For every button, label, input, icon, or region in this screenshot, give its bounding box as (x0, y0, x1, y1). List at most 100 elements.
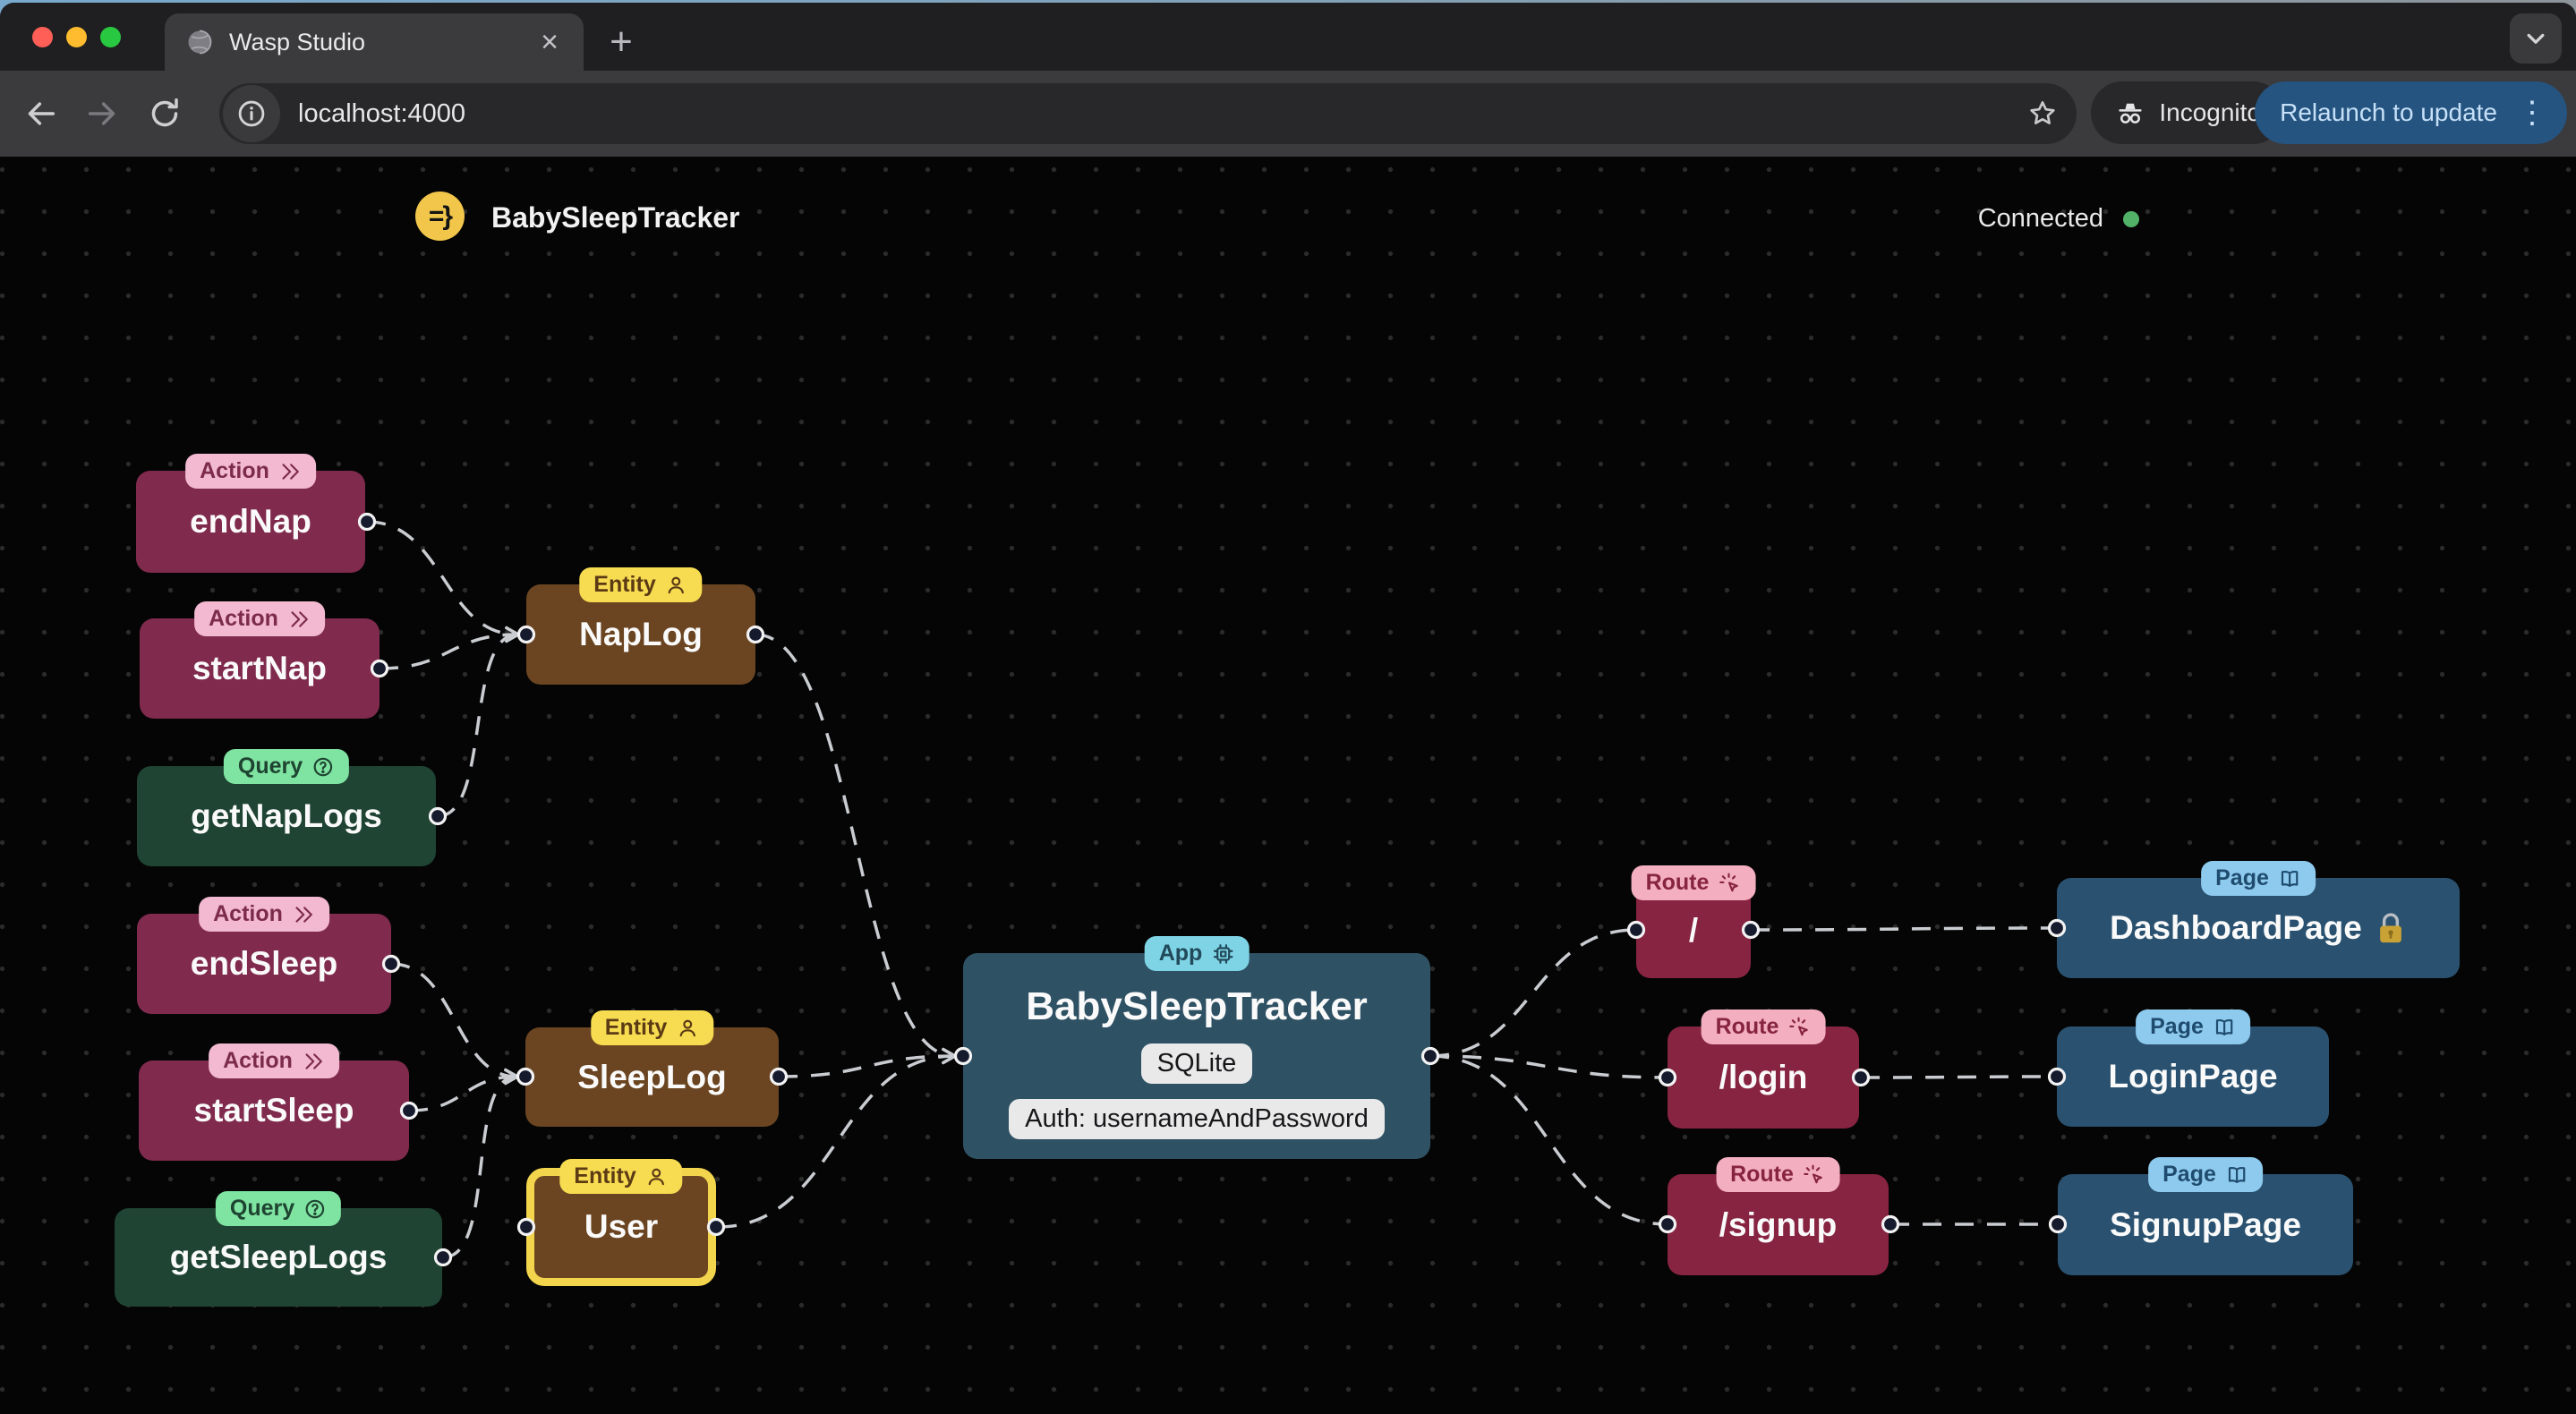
node-page-SignupPage[interactable]: Page SignupPage (2058, 1157, 2353, 1275)
badge-label: Query (237, 754, 303, 779)
connection-handle[interactable] (746, 625, 765, 644)
incognito-icon (2119, 103, 2142, 124)
connection-handle[interactable] (1420, 1046, 1440, 1066)
query-badge: Query (215, 1191, 342, 1226)
node-page-DashboardPage[interactable]: Page DashboardPage (2057, 861, 2460, 978)
forward-arrow-icon (88, 102, 115, 125)
chevron-double-right-icon (291, 610, 308, 627)
close-window-button[interactable] (32, 27, 53, 47)
info-icon (238, 100, 265, 127)
node-action-startNap[interactable]: Action startNap (140, 601, 380, 719)
connection-handle[interactable] (1626, 920, 1646, 940)
node-entity-SleepLog[interactable]: Entity SleepLog (525, 1010, 779, 1127)
connection-handle[interactable] (2047, 1067, 2067, 1086)
chevron-down-icon (2527, 33, 2545, 44)
app-badge: App (1144, 936, 1250, 971)
wasp-logo: =} (415, 192, 465, 241)
new-tab-button[interactable]: + (598, 19, 644, 65)
connection-handle[interactable] (2048, 1214, 2068, 1234)
close-tab-button[interactable]: × (537, 27, 562, 57)
node-entity-User[interactable]: Entity User (526, 1159, 716, 1286)
badge-label: Action (209, 606, 278, 631)
node-action-endNap[interactable]: Action endNap (136, 454, 365, 573)
node-route-root[interactable]: Route / (1631, 865, 1756, 978)
page-title: BabySleepTracker (491, 201, 740, 234)
connection-handle[interactable] (706, 1217, 726, 1237)
node-query-getSleepLogs[interactable]: Query getSleepLogs (115, 1191, 442, 1307)
badge-label: App (1158, 941, 1203, 966)
connection-handle[interactable] (428, 806, 448, 826)
reload-icon (151, 98, 178, 127)
status-dot-icon (2123, 210, 2139, 227)
open-book-icon (2281, 870, 2299, 887)
connection-handle[interactable] (357, 512, 377, 532)
window-controls[interactable] (32, 27, 121, 47)
cursor-click-icon (1719, 873, 1738, 891)
node-page-LoginPage[interactable]: Page LoginPage (2057, 1009, 2329, 1127)
query-badge: Query (223, 749, 350, 784)
badge-label: Route (1715, 1014, 1779, 1039)
connection-handle[interactable] (516, 1067, 535, 1086)
connection-handle[interactable] (433, 1248, 453, 1267)
badge-label: Action (223, 1048, 293, 1073)
connection-handle[interactable] (2047, 918, 2067, 938)
connection-handle[interactable] (1658, 1214, 1677, 1234)
address-bar[interactable]: localhost:4000 (219, 83, 2077, 144)
connection-handle[interactable] (953, 1046, 973, 1066)
connection-handle[interactable] (516, 1217, 536, 1237)
menu-dots-icon[interactable]: ⋮ (2506, 95, 2558, 131)
back-button[interactable] (16, 89, 66, 139)
forward-button[interactable] (77, 89, 127, 139)
action-badge: Action (185, 454, 316, 489)
connection-handle[interactable] (1851, 1068, 1871, 1087)
zoom-window-button[interactable] (100, 27, 121, 47)
badge-label: Page (2150, 1014, 2204, 1039)
node-action-startSleep[interactable]: Action startSleep (139, 1043, 409, 1161)
entity-badge: Entity (590, 1010, 714, 1045)
badge-label: Entity (604, 1015, 668, 1040)
open-book-icon (2215, 1018, 2233, 1035)
node-entity-NapLog[interactable]: Entity NapLog (526, 567, 755, 685)
globe-favicon-icon (188, 30, 212, 55)
connection-handle[interactable] (381, 954, 401, 974)
route-badge: Route (1701, 1009, 1826, 1044)
tab-wasp-studio[interactable]: Wasp Studio × (165, 13, 584, 71)
badge-label: Query (229, 1196, 295, 1221)
minimize-window-button[interactable] (66, 27, 87, 47)
reload-button[interactable] (140, 89, 190, 139)
url-text[interactable]: localhost:4000 (298, 99, 2016, 129)
cursor-click-icon (1804, 1164, 1823, 1183)
user-icon (649, 1168, 665, 1185)
lock-icon (2379, 913, 2401, 943)
connection-handle[interactable] (516, 625, 536, 644)
bookmark-star-button[interactable] (2016, 87, 2069, 141)
connection-handle[interactable] (399, 1101, 419, 1120)
node-route-signup[interactable]: Route /signup (1668, 1157, 1889, 1275)
node-app-BabySleepTracker[interactable]: App BabySleepTracker SQLite Auth: userna… (963, 936, 1430, 1159)
node-query-getNapLogs[interactable]: Query getNapLogs (137, 749, 436, 866)
connection-handle[interactable] (1881, 1214, 1900, 1234)
site-info-button[interactable] (223, 85, 280, 142)
tab-search-button[interactable] (2510, 13, 2562, 64)
badge-label: Entity (593, 572, 656, 597)
route-badge: Route (1716, 1157, 1840, 1192)
badge-label: Route (1645, 870, 1710, 895)
user-icon (679, 1019, 695, 1036)
question-mark-circle-icon (313, 757, 333, 776)
connection-handle[interactable] (769, 1067, 789, 1086)
node-action-endSleep[interactable]: Action endSleep (137, 897, 391, 1014)
badge-label: Action (213, 901, 283, 926)
connection-status-label: Connected (1977, 204, 2103, 233)
badge-label: Entity (574, 1163, 636, 1188)
relaunch-button[interactable]: Relaunch to update ⋮ (2255, 81, 2567, 144)
node-route-login[interactable]: Route /login (1668, 1009, 1859, 1129)
open-book-icon (2228, 1166, 2246, 1183)
chevron-double-right-icon (295, 906, 312, 923)
connection-handle[interactable] (1741, 920, 1761, 940)
badge-label: Page (2215, 865, 2269, 890)
connection-handle[interactable] (370, 659, 389, 678)
connection-handle[interactable] (1658, 1068, 1677, 1087)
action-badge: Action (199, 897, 329, 932)
incognito-label: Incognito (2159, 98, 2261, 126)
page-badge: Page (2201, 861, 2316, 896)
